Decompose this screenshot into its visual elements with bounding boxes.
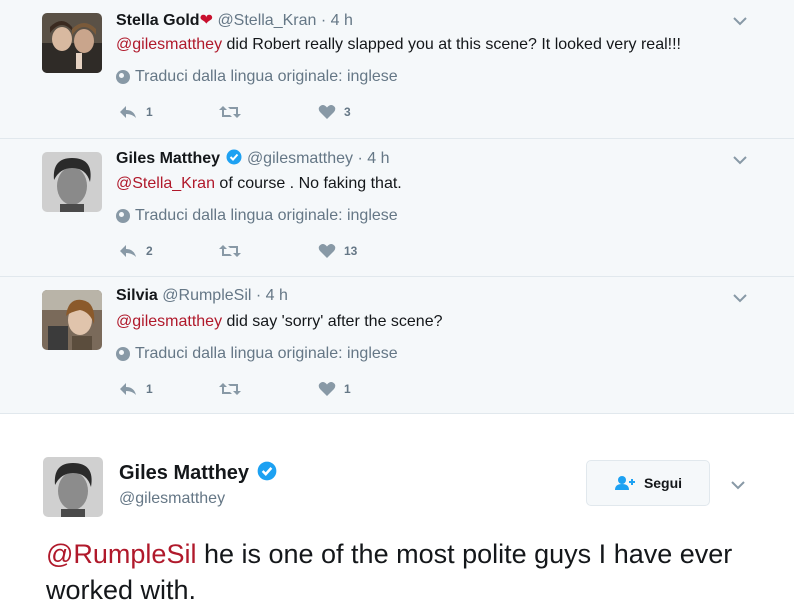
heart-emoji: ❤: [199, 12, 213, 29]
translate-link[interactable]: Traduci dalla lingua originale: inglese: [116, 207, 398, 225]
tweet-text: @gilesmatthey did Robert really slapped …: [116, 36, 681, 54]
retweet-button[interactable]: [218, 243, 318, 259]
retweet-icon: [219, 383, 241, 395]
follow-button[interactable]: Segui: [586, 460, 710, 506]
reply-count: 1: [146, 105, 153, 119]
user-handle[interactable]: @gilesmatthey: [119, 490, 225, 508]
translate-label: Traduci dalla lingua originale: inglese: [135, 68, 398, 85]
verified-icon: [257, 461, 276, 481]
tweet-actions: 1 3: [118, 104, 418, 120]
tweet-actions: 2 13: [118, 243, 418, 259]
mention-link[interactable]: @Stella_Kran: [116, 175, 215, 192]
reply-icon: [120, 245, 136, 257]
like-count: 3: [344, 105, 351, 119]
retweet-button[interactable]: [218, 381, 318, 397]
like-count: 1: [344, 382, 351, 396]
reply-button[interactable]: 1: [118, 381, 218, 397]
avatar[interactable]: [43, 457, 103, 517]
reply-icon: [120, 106, 136, 118]
tweet-body: of course . No faking that.: [214, 175, 402, 192]
translate-link[interactable]: Traduci dalla lingua originale: inglese: [116, 68, 398, 86]
tweet-body: did Robert really slapped you at this sc…: [222, 36, 681, 53]
reply-count: 2: [146, 244, 153, 258]
timestamp[interactable]: 4 h: [331, 12, 353, 29]
translate-label: Traduci dalla lingua originale: inglese: [135, 207, 398, 224]
separator-dot: ·: [320, 12, 327, 29]
reply-button[interactable]: 2: [118, 243, 218, 259]
like-button[interactable]: 3: [318, 104, 418, 120]
chevron-down-icon[interactable]: [730, 478, 746, 492]
reply-tweet[interactable]: Stella Gold❤ @Stella_Kran · 4 h @gilesma…: [0, 0, 794, 139]
user-name-label[interactable]: Giles Matthey: [119, 462, 249, 484]
separator-dot: ·: [255, 287, 262, 304]
follow-icon: [614, 476, 635, 490]
avatar[interactable]: [42, 13, 102, 73]
like-count: 13: [344, 244, 358, 258]
avatar[interactable]: [42, 152, 102, 212]
main-tweet: Giles Matthey @gilesmatthey Segui @Rumpl…: [0, 414, 794, 610]
retweet-icon: [219, 245, 241, 257]
mention-link[interactable]: @RumpleSil: [46, 539, 196, 569]
globe-icon: [116, 347, 130, 361]
user-name[interactable]: Stella Gold: [116, 12, 200, 29]
tweet-text: @RumpleSil he is one of the most polite …: [46, 536, 766, 608]
avatar[interactable]: [42, 290, 102, 350]
user-handle[interactable]: @gilesmatthey: [247, 150, 353, 167]
tweet-body: did say 'sorry' after the scene?: [222, 313, 443, 330]
tweet-text: @gilesmatthey did say 'sorry' after the …: [116, 313, 443, 331]
user-handle[interactable]: @Stella_Kran: [217, 12, 316, 29]
separator-dot: ·: [357, 150, 363, 167]
tweet-header: Silvia @RumpleSil · 4 h: [116, 287, 288, 305]
timestamp[interactable]: 4 h: [367, 150, 389, 167]
tweet-header: Stella Gold❤ @Stella_Kran · 4 h: [116, 10, 353, 30]
timestamp[interactable]: 4 h: [266, 287, 288, 304]
mention-link[interactable]: @gilesmatthey: [116, 313, 222, 330]
retweet-button[interactable]: [218, 104, 318, 120]
mention-link[interactable]: @gilesmatthey: [116, 36, 222, 53]
verified-icon: [226, 149, 242, 165]
like-button[interactable]: 1: [318, 381, 418, 397]
reply-count: 1: [146, 382, 153, 396]
heart-icon: [318, 382, 336, 396]
user-name: Giles Matthey: [119, 461, 277, 485]
chevron-down-icon[interactable]: [732, 153, 748, 167]
tweet-text: @Stella_Kran of course . No faking that.: [116, 175, 402, 193]
tweet-actions: 1 1: [118, 381, 418, 397]
tweet-header: Giles Matthey @gilesmatthey · 4 h: [116, 149, 389, 168]
heart-icon: [318, 105, 336, 119]
like-button[interactable]: 13: [318, 243, 418, 259]
reply-button[interactable]: 1: [118, 104, 218, 120]
user-handle[interactable]: @RumpleSil: [162, 287, 251, 304]
reply-icon: [120, 383, 136, 395]
reply-tweet[interactable]: Silvia @RumpleSil · 4 h @gilesmatthey di…: [0, 277, 794, 414]
heart-icon: [318, 244, 336, 258]
retweet-icon: [219, 106, 241, 118]
user-name[interactable]: Silvia: [116, 287, 158, 304]
reply-tweet[interactable]: Giles Matthey @gilesmatthey · 4 h @Stell…: [0, 139, 794, 277]
globe-icon: [116, 209, 130, 223]
globe-icon: [116, 70, 130, 84]
chevron-down-icon[interactable]: [732, 291, 748, 305]
translate-label: Traduci dalla lingua originale: inglese: [135, 345, 398, 362]
follow-label: Segui: [643, 475, 683, 491]
user-name[interactable]: Giles Matthey: [116, 150, 220, 167]
translate-link[interactable]: Traduci dalla lingua originale: inglese: [116, 345, 398, 363]
chevron-down-icon[interactable]: [732, 14, 748, 28]
